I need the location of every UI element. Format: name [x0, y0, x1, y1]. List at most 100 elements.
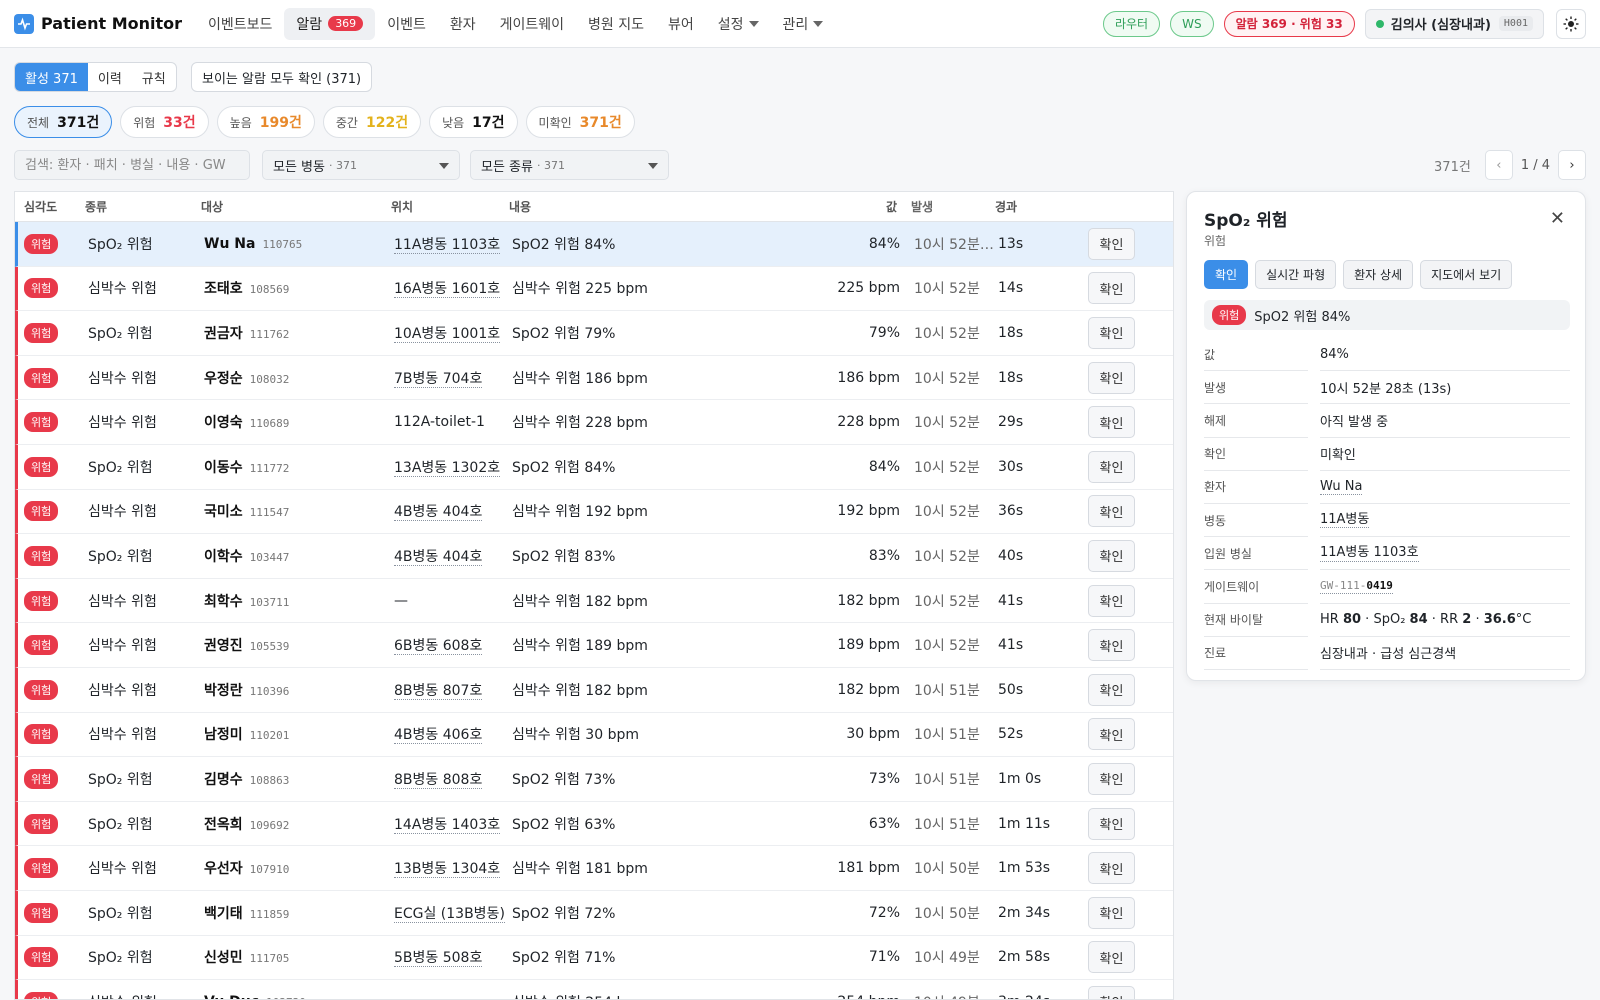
- acknowledge-button[interactable]: 확인: [1088, 896, 1135, 929]
- table-row[interactable]: 위험 SpO₂ 위험 전옥희 109692 14A병동 1403호 SpO2 위험 63%…: [15, 801, 1173, 847]
- location-link[interactable]: 7B병동 704호: [394, 370, 483, 388]
- search-input[interactable]: [14, 150, 250, 180]
- nav-events[interactable]: 이벤트: [375, 8, 438, 40]
- prev-page-button[interactable]: ‹: [1484, 150, 1513, 180]
- nav-settings[interactable]: 설정: [706, 8, 771, 40]
- patient-name-link[interactable]: 권금자: [204, 326, 243, 342]
- acknowledge-button[interactable]: 확인: [1088, 272, 1135, 305]
- acknowledge-button[interactable]: 확인: [1088, 718, 1135, 751]
- brand[interactable]: Patient Monitor: [14, 13, 182, 34]
- acknowledge-button[interactable]: 확인: [1088, 673, 1135, 706]
- location-link[interactable]: 10A병동 1001호: [394, 325, 501, 343]
- acknowledge-button[interactable]: 확인: [1088, 450, 1135, 483]
- table-row[interactable]: 위험 SpO₂ 위험 이동수 111772 13A병동 1302호 SpO2 위험 84%…: [15, 444, 1173, 490]
- chip-low[interactable]: 낮음 17건: [429, 106, 518, 138]
- tab-history[interactable]: 이력: [88, 63, 132, 91]
- acknowledge-button[interactable]: 확인: [1088, 495, 1135, 528]
- col-elapsed[interactable]: 경과: [995, 198, 1085, 215]
- acknowledge-button[interactable]: 확인: [1088, 361, 1135, 394]
- acknowledge-button[interactable]: 확인: [1088, 406, 1135, 439]
- field-link[interactable]: 11A병동 1103호: [1320, 537, 1570, 571]
- view-on-map-button[interactable]: 지도에서 보기: [1420, 260, 1513, 289]
- location-link[interactable]: 5B병동 508호: [394, 950, 483, 968]
- nav-gateways[interactable]: 게이트웨이: [488, 8, 576, 40]
- col-value[interactable]: 값: [759, 198, 911, 215]
- patient-name-link[interactable]: 이영숙: [204, 415, 243, 431]
- chip-critical[interactable]: 위험 33건: [120, 106, 209, 138]
- nav-alarms[interactable]: 알람 369: [284, 7, 376, 40]
- table-row[interactable]: 위험 심박수 위험 국미소 111547 4B병동 404호 심박수 위험 192 bpm…: [15, 489, 1173, 535]
- location-link[interactable]: 13B병동 1304호: [394, 861, 501, 879]
- nav-patients[interactable]: 환자: [438, 8, 488, 40]
- gateway-link[interactable]: GW-111-0419: [1320, 579, 1393, 594]
- ack-all-button[interactable]: 보이는 알람 모두 확인 (371): [191, 62, 373, 92]
- table-row[interactable]: 위험 심박수 위험 권영진 105539 6B병동 608호 심박수 위험 189 bpm…: [15, 623, 1173, 668]
- acknowledge-button[interactable]: 확인: [1204, 260, 1249, 289]
- table-row[interactable]: 위험 심박수 위험 이영숙 110689 112A-toilet-1 심박수 위험 228…: [15, 400, 1173, 445]
- col-location[interactable]: 위치: [391, 198, 509, 215]
- tab-active[interactable]: 활성 371: [15, 63, 88, 91]
- location-link[interactable]: 4B병동 404호: [394, 504, 483, 522]
- table-row[interactable]: 위험 심박수 위험 우정순 108032 7B병동 704호 심박수 위험 186 bpm…: [15, 355, 1173, 401]
- patient-name-link[interactable]: 권영진: [204, 638, 243, 654]
- patient-name-link[interactable]: 이학수: [204, 549, 243, 565]
- next-page-button[interactable]: ›: [1558, 150, 1586, 180]
- chip-high[interactable]: 높음 199건: [216, 106, 315, 138]
- location-link[interactable]: 14A병동 1403호: [394, 816, 501, 834]
- alarm-summary-badge[interactable]: 알람 369 · 위험 33: [1223, 10, 1355, 37]
- location-link[interactable]: 8B병동 807호: [394, 682, 483, 700]
- acknowledge-button[interactable]: 확인: [1088, 316, 1135, 349]
- location-link[interactable]: 4B병동 404호: [394, 548, 483, 566]
- acknowledge-button[interactable]: 확인: [1088, 584, 1135, 617]
- table-row[interactable]: 위험 SpO₂ 위험 김명수 108863 8B병동 808호 SpO2 위험 73% 73…: [15, 757, 1173, 802]
- location-link[interactable]: 6B병동 608호: [394, 638, 483, 656]
- acknowledge-button[interactable]: 확인: [1088, 629, 1135, 662]
- nav-eventboard[interactable]: 이벤트보드: [196, 8, 284, 40]
- close-icon[interactable]: ✕: [1550, 208, 1565, 229]
- router-status[interactable]: 라우터: [1102, 10, 1161, 37]
- acknowledge-button[interactable]: 확인: [1088, 852, 1135, 885]
- patient-name-link[interactable]: 남정미: [204, 727, 243, 743]
- theme-toggle-button[interactable]: [1556, 8, 1586, 39]
- location-link[interactable]: 13A병동 1302호: [394, 459, 501, 477]
- patient-name-link[interactable]: 최학수: [204, 594, 243, 610]
- acknowledge-button[interactable]: 확인: [1088, 985, 1135, 999]
- acknowledge-button[interactable]: 확인: [1088, 539, 1135, 572]
- patient-name-link[interactable]: Vu Duc: [204, 994, 259, 999]
- location-link[interactable]: 8B병동 808호: [394, 771, 483, 789]
- patient-name-link[interactable]: 우정순: [204, 371, 243, 387]
- col-severity[interactable]: 심각도: [15, 198, 85, 215]
- field-link[interactable]: Wu Na: [1320, 471, 1570, 504]
- chip-all[interactable]: 전체 371건: [14, 106, 113, 138]
- location-link[interactable]: 11A병동 1103호: [394, 236, 501, 254]
- field-link[interactable]: 11A병동: [1320, 504, 1570, 538]
- location-link[interactable]: 112A-toilet-1: [394, 414, 485, 431]
- table-row[interactable]: 위험 심박수 위험Vu Duc 103720 심박수 위험 254 bpm254 bp…: [15, 980, 1173, 999]
- col-occurred[interactable]: 발생: [911, 198, 995, 215]
- nav-hospital-map[interactable]: 병원 지도: [576, 8, 656, 40]
- chip-medium[interactable]: 중간 122건: [322, 106, 422, 138]
- table-row[interactable]: 위험 심박수 위험 박정란 110396 8B병동 807호 심박수 위험 182 bpm…: [15, 667, 1173, 713]
- table-row[interactable]: 위험 심박수 위험 남정미 110201 4B병동 406호 심박수 위험 30 bpm 3…: [15, 712, 1173, 758]
- patient-link[interactable]: Wu Na: [1320, 479, 1363, 496]
- patient-name-link[interactable]: 김명수: [204, 772, 243, 788]
- live-waveform-button[interactable]: 실시간 파형: [1255, 260, 1337, 289]
- col-message[interactable]: 내용: [509, 198, 759, 215]
- col-kind[interactable]: 종류: [85, 198, 201, 215]
- location-link[interactable]: 16A병동 1601호: [394, 281, 501, 299]
- ward-select[interactable]: 모든 병동 · 371: [262, 150, 460, 180]
- ward-link[interactable]: 11A병동: [1320, 512, 1370, 529]
- patient-name-link[interactable]: 이동수: [204, 460, 243, 476]
- kind-select[interactable]: 모든 종류 · 371: [470, 150, 669, 180]
- acknowledge-button[interactable]: 확인: [1088, 227, 1135, 260]
- patient-name-link[interactable]: 국미소: [204, 504, 243, 520]
- acknowledge-button[interactable]: 확인: [1088, 941, 1135, 974]
- patient-name-link[interactable]: Wu Na: [204, 236, 255, 252]
- tab-rules[interactable]: 규칙: [132, 63, 176, 91]
- acknowledge-button[interactable]: 확인: [1088, 807, 1135, 840]
- patient-name-link[interactable]: 백기태: [204, 906, 243, 922]
- user-menu[interactable]: 김의사 (심장내과) H001: [1364, 8, 1544, 39]
- table-row[interactable]: 위험 심박수 위험 우선자 107910 13B병동 1304호 심박수 위험 181 b…: [15, 846, 1173, 891]
- location-link[interactable]: ECG실 (13B병동): [394, 905, 505, 923]
- table-row[interactable]: 위험 심박수 위험 최학수 103711 — 심박수 위험 182 bpm 182 bpm 1…: [15, 578, 1173, 624]
